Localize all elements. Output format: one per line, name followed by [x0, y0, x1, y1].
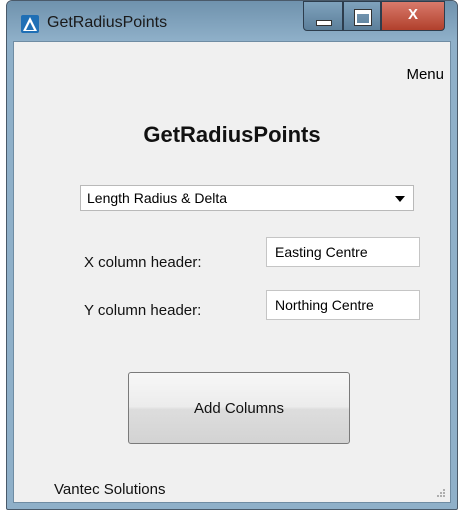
- title-bar[interactable]: GetRadiusPoints X: [7, 1, 457, 41]
- window-title: GetRadiusPoints: [47, 14, 168, 31]
- close-button[interactable]: X: [381, 1, 445, 31]
- y-column-label: Y column header:: [84, 302, 202, 319]
- add-columns-button[interactable]: Add Columns: [128, 372, 350, 444]
- mode-dropdown[interactable]: Length Radius & Delta: [80, 185, 414, 211]
- client-area: Menu GetRadiusPoints Length Radius & Del…: [13, 41, 451, 503]
- page-title: GetRadiusPoints: [143, 122, 321, 147]
- app-logo-icon: [21, 15, 39, 33]
- chevron-down-icon: [395, 196, 405, 202]
- mode-dropdown-value: Length Radius & Delta: [87, 190, 228, 206]
- maximize-icon: [354, 9, 372, 26]
- close-icon: X: [407, 6, 418, 23]
- y-column-input[interactable]: [266, 290, 420, 320]
- menu-item[interactable]: Menu: [406, 66, 444, 83]
- resize-grip-icon[interactable]: [436, 488, 446, 498]
- x-column-label: X column header:: [84, 254, 202, 271]
- app-window: GetRadiusPoints X Menu GetRadiusPoints L…: [6, 0, 458, 510]
- x-column-input[interactable]: [266, 237, 420, 267]
- maximize-button[interactable]: [343, 1, 381, 31]
- minimize-button[interactable]: [303, 1, 343, 31]
- minimize-icon: [316, 20, 332, 26]
- company-label: Vantec Solutions: [54, 481, 166, 498]
